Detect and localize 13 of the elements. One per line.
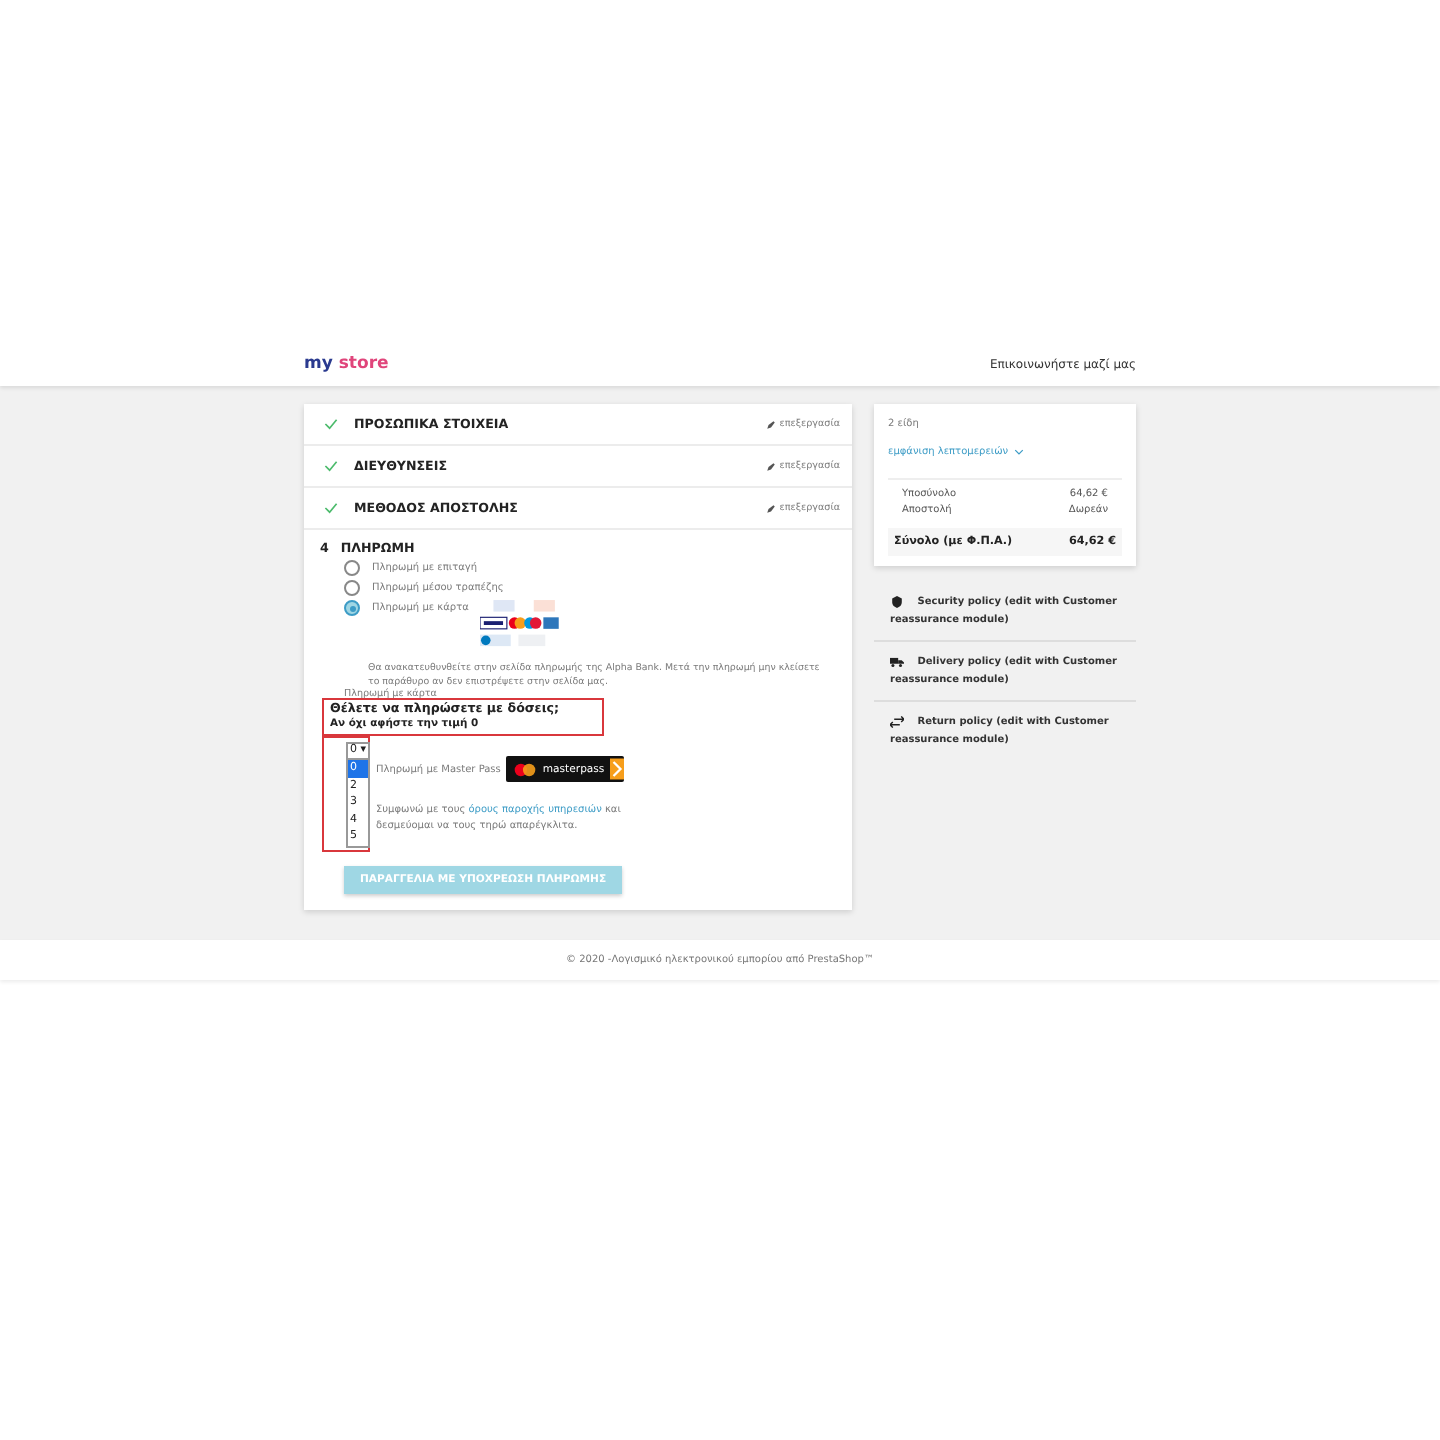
swap-arrows-icon	[890, 715, 904, 728]
radio-button[interactable]	[344, 600, 360, 616]
store-logo[interactable]: my store	[304, 354, 389, 374]
truck-icon	[890, 655, 904, 668]
pencil-icon	[765, 503, 776, 513]
chevron-icon	[1014, 448, 1025, 456]
circles-icon	[514, 761, 537, 778]
radio-button[interactable]	[344, 580, 360, 596]
chevron-icon	[610, 756, 625, 783]
shield-icon	[890, 595, 904, 608]
pencil-icon	[765, 461, 776, 471]
radio-button[interactable]	[344, 560, 360, 576]
pencil-icon	[765, 419, 776, 429]
